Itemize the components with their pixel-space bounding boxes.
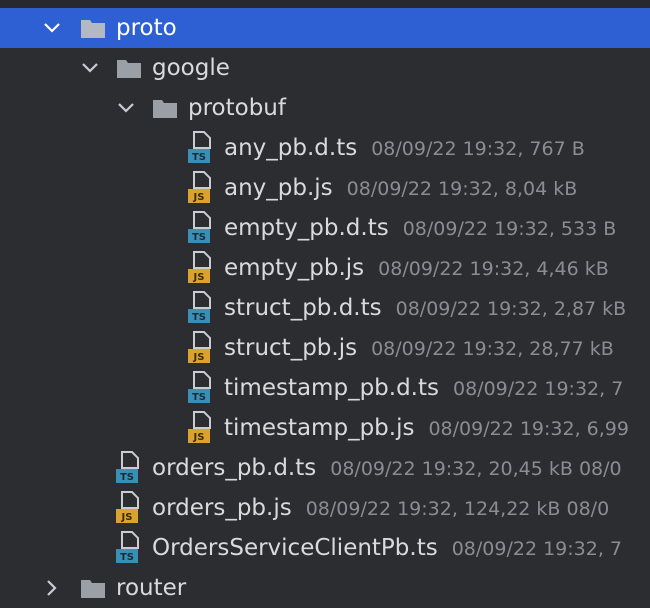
svg-text:JS: JS xyxy=(193,192,205,203)
file-row[interactable]: TS any_pb.d.ts 08/09/22 19:32, 767 B xyxy=(0,128,650,168)
file-meta: 08/09/22 19:32, 28,77 kB xyxy=(371,338,614,360)
file-meta: 08/09/22 19:32, 767 B xyxy=(371,138,585,160)
tree-label-google: google xyxy=(152,55,230,81)
file-row[interactable]: TS struct_pb.d.ts 08/09/22 19:32, 2,87 kB xyxy=(0,288,650,328)
chevron-down-icon[interactable] xyxy=(80,58,100,78)
folder-icon xyxy=(153,100,177,118)
tree-label-protobuf: protobuf xyxy=(188,95,286,121)
ts-file-icon: TS xyxy=(188,211,211,243)
ts-file-icon: TS xyxy=(116,451,139,483)
js-file-icon: JS xyxy=(188,331,211,363)
js-file-icon: JS xyxy=(188,251,211,283)
file-meta: 08/09/22 19:32, 6,99 xyxy=(428,418,629,440)
js-file-icon: JS xyxy=(188,171,211,203)
file-name: empty_pb.js xyxy=(224,255,365,281)
tree-label-proto: proto xyxy=(116,15,177,41)
file-row[interactable]: JS empty_pb.js 08/09/22 19:32, 4,46 kB xyxy=(0,248,650,288)
svg-text:JS: JS xyxy=(193,352,205,363)
svg-text:TS: TS xyxy=(192,232,206,243)
svg-text:TS: TS xyxy=(120,552,134,563)
file-meta: 08/09/22 19:32, 533 B xyxy=(402,218,617,240)
folder-icon xyxy=(81,580,105,598)
svg-text:TS: TS xyxy=(192,392,206,403)
js-file-icon: JS xyxy=(188,411,211,443)
ts-file-icon: TS xyxy=(188,371,211,403)
file-meta: 08/09/22 19:32, 7 xyxy=(453,378,624,400)
file-name: timestamp_pb.js xyxy=(224,415,415,441)
file-name: struct_pb.js xyxy=(224,335,358,361)
file-row[interactable]: TS orders_pb.d.ts 08/09/22 19:32, 20,45 k… xyxy=(0,448,650,488)
folder-icon xyxy=(81,20,105,38)
file-meta: 08/09/22 19:32, 2,87 kB xyxy=(395,298,627,320)
file-row[interactable]: JS timestamp_pb.js 08/09/22 19:32, 6,99 xyxy=(0,408,650,448)
svg-text:JS: JS xyxy=(193,272,205,283)
ts-file-icon: TS xyxy=(116,531,139,563)
file-row[interactable]: TS OrdersServiceClientPb.ts 08/09/22 19:3… xyxy=(0,528,650,568)
file-name: any_pb.js xyxy=(224,175,333,201)
chevron-right-icon[interactable] xyxy=(42,578,62,598)
file-name: orders_pb.js xyxy=(152,495,292,521)
file-row[interactable]: JS struct_pb.js 08/09/22 19:32, 28,77 kB xyxy=(0,328,650,368)
top-strip xyxy=(0,0,650,8)
folder-icon xyxy=(117,60,141,78)
file-name: empty_pb.d.ts xyxy=(224,215,389,241)
tree-row-proto[interactable]: proto xyxy=(0,8,650,48)
tree-row-router[interactable]: router xyxy=(0,568,650,608)
file-row[interactable]: JS orders_pb.js 08/09/22 19:32, 124,22 kB… xyxy=(0,488,650,528)
svg-text:TS: TS xyxy=(192,152,206,163)
tree-row-google[interactable]: google xyxy=(0,48,650,88)
file-meta: 08/09/22 19:32, 7 xyxy=(451,538,623,560)
chevron-down-icon[interactable] xyxy=(116,98,136,118)
file-meta: 08/09/22 19:32, 4,46 kB xyxy=(378,258,609,280)
svg-text:TS: TS xyxy=(120,472,134,483)
ts-file-icon: TS xyxy=(188,291,211,323)
tree-label-router: router xyxy=(116,575,187,601)
file-name: struct_pb.d.ts xyxy=(224,295,382,321)
file-meta: 08/09/22 19:32, 20,45 kB 08/0 xyxy=(330,458,622,480)
file-meta: 08/09/22 19:32, 124,22 kB 08/0 xyxy=(305,498,610,520)
file-row[interactable]: TS timestamp_pb.d.ts 08/09/22 19:32, 7 xyxy=(0,368,650,408)
file-row[interactable]: TS empty_pb.d.ts 08/09/22 19:32, 533 B xyxy=(0,208,650,248)
chevron-down-icon[interactable] xyxy=(42,18,62,38)
file-name: any_pb.d.ts xyxy=(224,135,358,161)
svg-text:TS: TS xyxy=(192,312,206,323)
file-name: OrdersServiceClientPb.ts xyxy=(152,535,438,561)
file-name: orders_pb.d.ts xyxy=(152,455,317,481)
svg-text:JS: JS xyxy=(193,432,205,443)
svg-text:JS: JS xyxy=(121,512,133,523)
file-row[interactable]: JS any_pb.js 08/09/22 19:32, 8,04 kB xyxy=(0,168,650,208)
js-file-icon: JS xyxy=(116,491,139,523)
ts-file-icon: TS xyxy=(188,131,211,163)
file-meta: 08/09/22 19:32, 8,04 kB xyxy=(346,178,578,200)
file-name: timestamp_pb.d.ts xyxy=(224,375,439,401)
tree-row-protobuf[interactable]: protobuf xyxy=(0,88,650,128)
